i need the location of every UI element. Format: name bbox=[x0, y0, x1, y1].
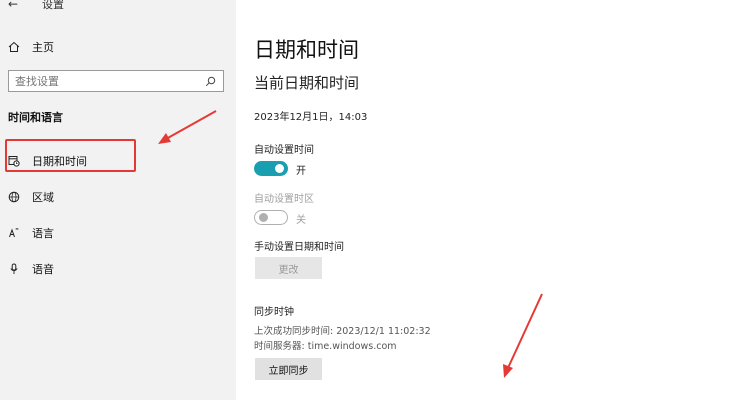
change-button[interactable]: 更改 bbox=[255, 257, 322, 279]
last-sync-text: 上次成功同步时间: 2023/12/1 11:02:32 bbox=[254, 326, 431, 337]
globe-icon bbox=[8, 191, 32, 203]
sidebar-item-label: 语言 bbox=[32, 227, 54, 240]
main-panel: 日期和时间 当前日期和时间 2023年12月1日，14:03 自动设置时间 开 … bbox=[236, 0, 740, 400]
sidebar: ← 设置 主页 时间和语言 日期和时间 区域 语言 bbox=[0, 0, 236, 400]
language-icon bbox=[8, 227, 32, 239]
current-datetime-value: 2023年12月1日，14:03 bbox=[254, 112, 368, 123]
back-arrow-icon[interactable]: ← bbox=[8, 0, 42, 11]
auto-timezone-toggle[interactable] bbox=[254, 210, 288, 225]
section-label: 时间和语言 bbox=[8, 111, 63, 124]
search-box[interactable] bbox=[8, 70, 224, 92]
page-title: 日期和时间 bbox=[254, 38, 359, 62]
current-datetime-heading: 当前日期和时间 bbox=[254, 74, 360, 92]
sync-clock-heading: 同步时钟 bbox=[254, 307, 294, 318]
search-icon[interactable] bbox=[203, 76, 217, 87]
auto-time-state: 开 bbox=[296, 166, 306, 177]
sidebar-item-region[interactable]: 区域 bbox=[8, 188, 54, 206]
microphone-icon bbox=[8, 263, 32, 275]
auto-timezone-state: 关 bbox=[296, 215, 306, 226]
title-bar: ← 设置 bbox=[8, 0, 64, 12]
sidebar-item-speech[interactable]: 语音 bbox=[8, 260, 54, 278]
auto-time-label: 自动设置时间 bbox=[254, 145, 314, 156]
search-input[interactable] bbox=[15, 74, 203, 88]
toggle-knob bbox=[259, 213, 268, 222]
sidebar-item-language[interactable]: 语言 bbox=[8, 224, 54, 242]
nav-home-label: 主页 bbox=[32, 41, 54, 54]
manual-datetime-label: 手动设置日期和时间 bbox=[254, 242, 344, 253]
auto-timezone-label: 自动设置时区 bbox=[254, 194, 314, 205]
sidebar-item-label: 语音 bbox=[32, 263, 54, 276]
nav-home[interactable]: 主页 bbox=[8, 38, 54, 56]
sync-now-button[interactable]: 立即同步 bbox=[255, 358, 322, 380]
time-server-text: 时间服务器: time.windows.com bbox=[254, 341, 397, 352]
sidebar-item-label: 区域 bbox=[32, 191, 54, 204]
auto-time-toggle[interactable] bbox=[254, 161, 288, 176]
annotation-highlight-box bbox=[5, 139, 136, 172]
home-icon bbox=[8, 41, 32, 53]
window-title: 设置 bbox=[42, 0, 64, 11]
toggle-knob bbox=[275, 164, 284, 173]
